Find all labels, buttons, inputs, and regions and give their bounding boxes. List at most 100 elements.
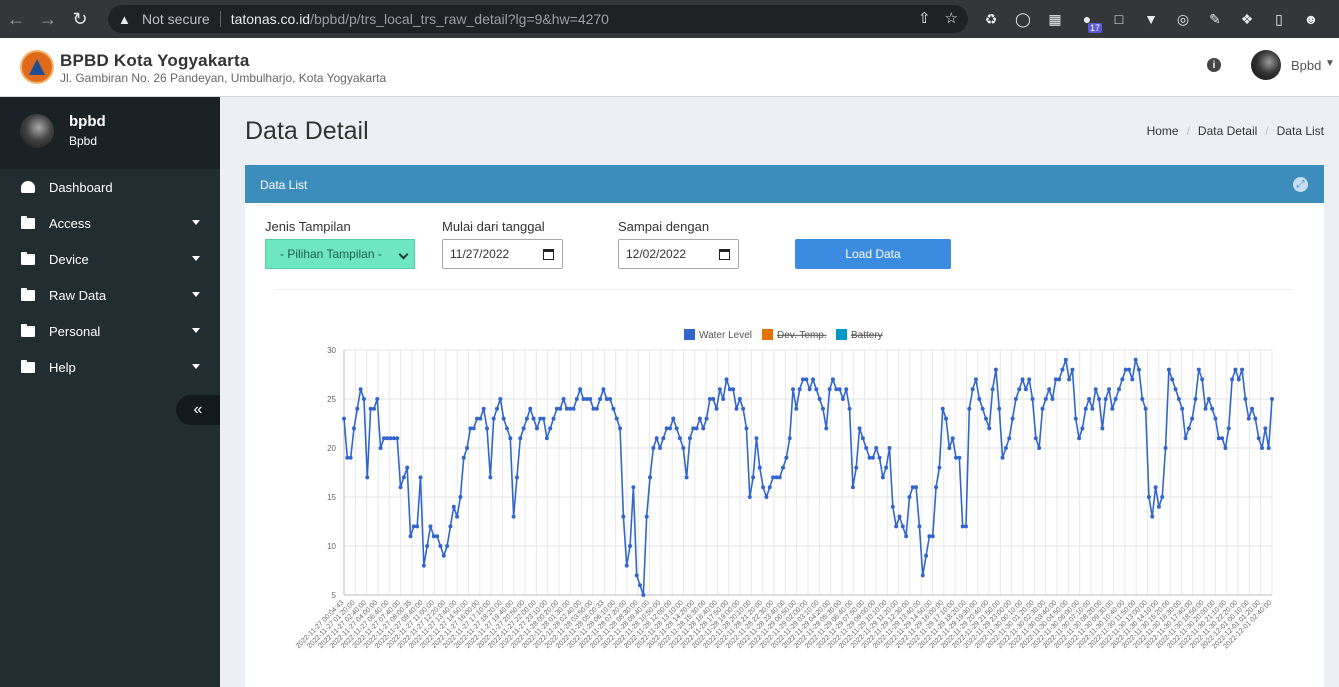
sidebar-item-dashboard[interactable]: Dashboard	[0, 169, 220, 205]
water-level-point	[588, 397, 593, 401]
water-level-point	[534, 426, 539, 431]
water-level-point	[408, 534, 413, 539]
water-level-point	[1176, 397, 1181, 401]
water-level-point	[1230, 377, 1235, 382]
water-level-point	[1080, 426, 1085, 431]
water-level-point	[1213, 416, 1218, 421]
breadcrumb-data-list: Data List	[1276, 124, 1324, 138]
breadcrumb: Home / Data Detail / Data List	[1147, 124, 1324, 138]
water-level-point	[1077, 436, 1082, 441]
user-menu-name[interactable]: Bpbd	[1291, 58, 1321, 73]
breadcrumb-data-detail[interactable]: Data Detail	[1198, 124, 1257, 138]
caret-down-icon[interactable]: ▼	[1325, 58, 1335, 69]
water-level-point	[531, 416, 536, 421]
water-level-point	[820, 406, 825, 411]
water-level-point	[465, 446, 470, 450]
water-level-point	[361, 397, 366, 401]
org-address: Jl. Gambiran No. 26 Pandeyan, Umbulharjo…	[60, 71, 387, 85]
water-level-point	[648, 475, 653, 480]
breadcrumb-home[interactable]: Home	[1147, 124, 1179, 138]
sidebar-item-personal[interactable]: Personal	[0, 313, 220, 349]
water-level-point	[498, 397, 503, 401]
water-level-point	[874, 446, 879, 450]
warning-icon[interactable]: ▲	[118, 12, 136, 27]
info-icon[interactable]: i	[1207, 58, 1221, 72]
sidebar-menu: Dashboard Access Device Raw Data Persona…	[0, 169, 220, 385]
sidepanel-icon[interactable]: ▯	[1268, 8, 1290, 30]
water-level-point	[721, 397, 726, 401]
reload-icon[interactable]: ↻	[64, 0, 96, 38]
water-level-point	[1116, 387, 1121, 392]
water-level-point	[445, 544, 450, 548]
water-level-point	[934, 485, 939, 490]
water-level-point	[711, 397, 716, 401]
water-level-point	[1093, 387, 1098, 392]
sidebar-collapse-button[interactable]: «	[176, 395, 220, 425]
water-level-point	[355, 406, 360, 411]
water-level-point	[1203, 406, 1208, 411]
folder-icon	[21, 287, 35, 301]
water-level-point	[1260, 446, 1265, 450]
water-level-point	[694, 426, 699, 431]
ring-extension-icon[interactable]: ◎	[1172, 8, 1194, 30]
vue-extension-icon[interactable]: ▼	[1140, 8, 1162, 30]
water-level-point	[1166, 367, 1171, 372]
water-level-point	[1253, 416, 1258, 421]
avatar[interactable]	[1251, 50, 1281, 80]
water-level-point	[914, 485, 919, 490]
water-level-point	[395, 436, 400, 441]
back-icon[interactable]: ←	[0, 0, 32, 38]
water-level-point	[987, 426, 992, 431]
water-level-point	[993, 367, 998, 372]
water-level-point	[378, 446, 383, 450]
bookmark-star-icon[interactable]: ☆	[945, 9, 958, 27]
water-level-point	[441, 553, 446, 558]
water-level-point	[731, 387, 736, 392]
water-level-point	[1220, 436, 1225, 441]
water-level-point	[1200, 377, 1205, 382]
water-level-point	[1063, 357, 1068, 362]
puzzle-icon[interactable]: ❖	[1236, 8, 1258, 30]
water-level-point	[787, 436, 792, 441]
water-level-point	[810, 377, 815, 382]
sidebar: bpbd Bpbd Dashboard Access Device Raw Da…	[0, 97, 220, 687]
calendar-extension-icon[interactable]: ▦	[1044, 8, 1066, 30]
folder-icon	[21, 215, 35, 229]
sidebar-item-label: Help	[49, 359, 76, 375]
water-level-point	[551, 416, 556, 421]
water-level-point	[418, 475, 423, 480]
share-icon[interactable]: ⇧	[918, 9, 931, 27]
screenshot-extension-icon[interactable]: □	[1108, 8, 1130, 30]
water-level-point	[1087, 397, 1092, 401]
profile-icon[interactable]: ☻	[1300, 8, 1322, 30]
sidebar-item-device[interactable]: Device	[0, 241, 220, 277]
recycle-extension-icon[interactable]: ♻	[980, 8, 1002, 30]
water-level-point	[924, 553, 929, 558]
water-level-point	[1033, 436, 1038, 441]
water-level-point	[1057, 377, 1062, 382]
water-level-point	[398, 485, 403, 490]
water-level-point	[438, 544, 443, 548]
pen-extension-icon[interactable]: ✎	[1204, 8, 1226, 30]
sidebar-item-raw-data[interactable]: Raw Data	[0, 277, 220, 313]
water-level-point	[485, 426, 490, 431]
water-level-point	[997, 406, 1002, 411]
address-bar[interactable]: ▲ Not secure tatonas.co.id /bpbd/p/trs_l…	[108, 5, 968, 33]
water-level-point	[488, 475, 493, 480]
water-level-point	[963, 524, 968, 529]
sidebar-item-access[interactable]: Access	[0, 205, 220, 241]
badge-extension-icon[interactable]: ● 17	[1076, 8, 1102, 33]
water-level-point	[561, 397, 566, 401]
dashboard-icon	[21, 181, 35, 193]
water-level-point	[342, 416, 346, 421]
water-level-point	[990, 387, 995, 392]
sidebar-item-help[interactable]: Help	[0, 349, 220, 385]
caret-down-icon	[192, 292, 200, 297]
circle-extension-icon[interactable]: ◯	[1012, 8, 1034, 30]
water-level-point	[541, 416, 546, 421]
water-level-point	[1270, 397, 1274, 401]
water-level-point	[661, 436, 666, 441]
sidebar-user-name: bpbd	[69, 113, 106, 130]
water-level-point	[704, 416, 709, 421]
forward-icon[interactable]: →	[32, 0, 64, 38]
